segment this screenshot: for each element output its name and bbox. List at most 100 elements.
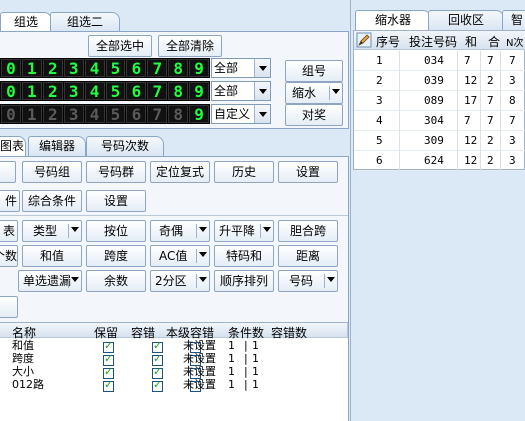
digit-cell[interactable]: 0 bbox=[1, 82, 21, 101]
separator bbox=[196, 274, 197, 288]
digit-cell[interactable]: 7 bbox=[147, 59, 168, 78]
digit-cell[interactable]: 1 bbox=[21, 105, 42, 124]
tab-editor[interactable]: 编辑器 bbox=[28, 136, 86, 156]
digit-cell[interactable]: 1 bbox=[21, 82, 42, 101]
column-divider bbox=[399, 91, 400, 111]
digit-cell[interactable]: 6 bbox=[126, 105, 147, 124]
bet-row[interactable]: 2 039 12 2 3 bbox=[354, 71, 525, 91]
number-cluster-button[interactable]: 号码群 bbox=[86, 161, 146, 183]
separator bbox=[329, 86, 330, 100]
digit-cell[interactable]: 4 bbox=[84, 105, 105, 124]
digit-cell[interactable]: 9 bbox=[189, 105, 210, 124]
rise-label: 升平降 bbox=[219, 224, 256, 238]
bet-row[interactable]: 5 309 12 2 3 bbox=[354, 131, 525, 151]
history-button[interactable]: 历史 bbox=[214, 161, 274, 183]
type-dropdown[interactable]: 类型 bbox=[22, 220, 82, 242]
clear-all-button[interactable]: 全部清除 bbox=[158, 35, 222, 57]
condition-row[interactable]: |跨度未设置1|1 bbox=[0, 352, 348, 366]
bet-row[interactable]: 1 034 7 7 7 bbox=[354, 51, 525, 71]
rise-dropdown[interactable]: 升平降 bbox=[214, 220, 274, 242]
bet-hh: 7 bbox=[487, 54, 494, 67]
sequence-button[interactable]: 顺序排列 bbox=[214, 270, 274, 292]
tab-smart[interactable]: 智 bbox=[502, 10, 525, 30]
tab-number-count[interactable]: 号码次数 bbox=[86, 136, 164, 156]
digit-cell[interactable]: 4 bbox=[84, 82, 105, 101]
duijiang-button[interactable]: 对奖 bbox=[285, 104, 343, 126]
row2-select[interactable]: 全部 bbox=[211, 81, 271, 101]
digit-cell[interactable]: 6 bbox=[126, 82, 147, 101]
compound-condition-button[interactable]: 综合条件 bbox=[22, 190, 82, 212]
number-dropdown[interactable]: 号码 bbox=[278, 270, 338, 292]
small-action-button[interactable] bbox=[0, 296, 18, 318]
ac-dropdown[interactable]: AC值 bbox=[150, 245, 210, 267]
keep-checkbox[interactable] bbox=[103, 378, 114, 392]
tab-recycle[interactable]: 回收区 bbox=[428, 10, 504, 30]
toolbar-fragment-button[interactable] bbox=[0, 161, 16, 183]
digit-cell[interactable]: 3 bbox=[63, 105, 84, 124]
digit-cell[interactable]: 6 bbox=[126, 59, 147, 78]
row2-select-value: 全部 bbox=[214, 84, 239, 98]
distance-button[interactable]: 距离 bbox=[278, 245, 338, 267]
digit-cell[interactable]: 2 bbox=[42, 82, 63, 101]
position-compound-button[interactable]: 定位复式 bbox=[150, 161, 210, 183]
tab-chart[interactable]: 图表 bbox=[0, 136, 26, 157]
row1-select[interactable]: 全部 bbox=[211, 58, 271, 78]
column-separator: | bbox=[244, 365, 248, 378]
bet-row[interactable]: 3 089 17 7 8 bbox=[354, 91, 525, 111]
digit-cell[interactable]: 3 bbox=[63, 59, 84, 78]
miss-label: 单选遗漏 bbox=[23, 274, 72, 288]
row2-settings-button[interactable]: 设置 bbox=[86, 190, 146, 212]
digit-cell[interactable]: 7 bbox=[147, 82, 168, 101]
digit-cell[interactable]: 3 bbox=[63, 82, 84, 101]
chevron-down-icon bbox=[71, 227, 79, 232]
sum-button[interactable]: 和值 bbox=[22, 245, 82, 267]
settings-button[interactable]: 设置 bbox=[278, 161, 338, 183]
column-divider bbox=[500, 111, 501, 131]
by-position-button[interactable]: 按位 bbox=[86, 220, 146, 242]
odd-even-dropdown[interactable]: 奇偶 bbox=[150, 220, 210, 242]
condition-row[interactable]: |012路未设置1|1 bbox=[0, 378, 348, 392]
digit-cell[interactable]: 9 bbox=[189, 82, 210, 101]
tab-zuxuan[interactable]: 组选 bbox=[0, 12, 52, 33]
tab-zuxuan2[interactable]: 组选二 bbox=[50, 12, 120, 32]
miss-dropdown[interactable]: 单选遗漏 bbox=[18, 270, 82, 292]
two-zone-dropdown[interactable]: 2分区 bbox=[150, 270, 210, 292]
digit-cell[interactable]: 4 bbox=[84, 59, 105, 78]
digit-cell[interactable]: 5 bbox=[105, 105, 126, 124]
bet-index: 2 bbox=[376, 74, 383, 87]
remainder-button[interactable]: 余数 bbox=[86, 270, 146, 292]
number-group-button[interactable]: 号码组 bbox=[22, 161, 82, 183]
suoshui-label: 缩水 bbox=[292, 86, 317, 100]
suoshui-button[interactable]: 缩水 bbox=[285, 82, 343, 104]
separator bbox=[68, 274, 69, 288]
digit-cell[interactable]: 7 bbox=[147, 105, 168, 124]
condition-file-button[interactable]: 件 bbox=[0, 190, 20, 212]
digit-cell[interactable]: 5 bbox=[105, 82, 126, 101]
bet-row[interactable]: 4 304 7 7 7 bbox=[354, 111, 525, 131]
row3-select[interactable]: 自定义 bbox=[211, 104, 271, 124]
digit-cell[interactable]: 2 bbox=[42, 105, 63, 124]
courage-span-button[interactable]: 胆合跨 bbox=[278, 220, 338, 242]
bet-he: 7 bbox=[464, 114, 471, 127]
digit-cell[interactable]: 8 bbox=[168, 82, 189, 101]
digit-cell[interactable]: 8 bbox=[168, 105, 189, 124]
tolerance-checkbox[interactable] bbox=[152, 378, 163, 392]
condition-row[interactable]: |和值未设置1|1 bbox=[0, 339, 348, 353]
digit-cell[interactable]: 1 bbox=[21, 59, 42, 78]
digit-cell[interactable]: 5 bbox=[105, 59, 126, 78]
select-all-button[interactable]: 全部选中 bbox=[88, 35, 152, 57]
digit-cell[interactable]: 0 bbox=[1, 59, 21, 78]
span-button[interactable]: 跨度 bbox=[86, 245, 146, 267]
special-sum-button[interactable]: 特码和 bbox=[214, 245, 274, 267]
count-button[interactable]: 个数 bbox=[0, 245, 18, 267]
bet-row[interactable]: 6 624 12 2 3 bbox=[354, 151, 525, 171]
digit-cell[interactable]: 8 bbox=[168, 59, 189, 78]
condition-row[interactable]: |大小未设置1|1 bbox=[0, 365, 348, 379]
tab-shrinker[interactable]: 缩水器 bbox=[355, 10, 431, 31]
zuhao-button[interactable]: 组号 bbox=[285, 60, 343, 82]
digit-cell[interactable]: 0 bbox=[1, 105, 21, 124]
chevron-down-icon bbox=[254, 59, 270, 77]
digit-cell[interactable]: 9 bbox=[189, 59, 210, 78]
digit-cell[interactable]: 2 bbox=[42, 59, 63, 78]
cond-frag-1[interactable]: 表 bbox=[0, 220, 18, 242]
